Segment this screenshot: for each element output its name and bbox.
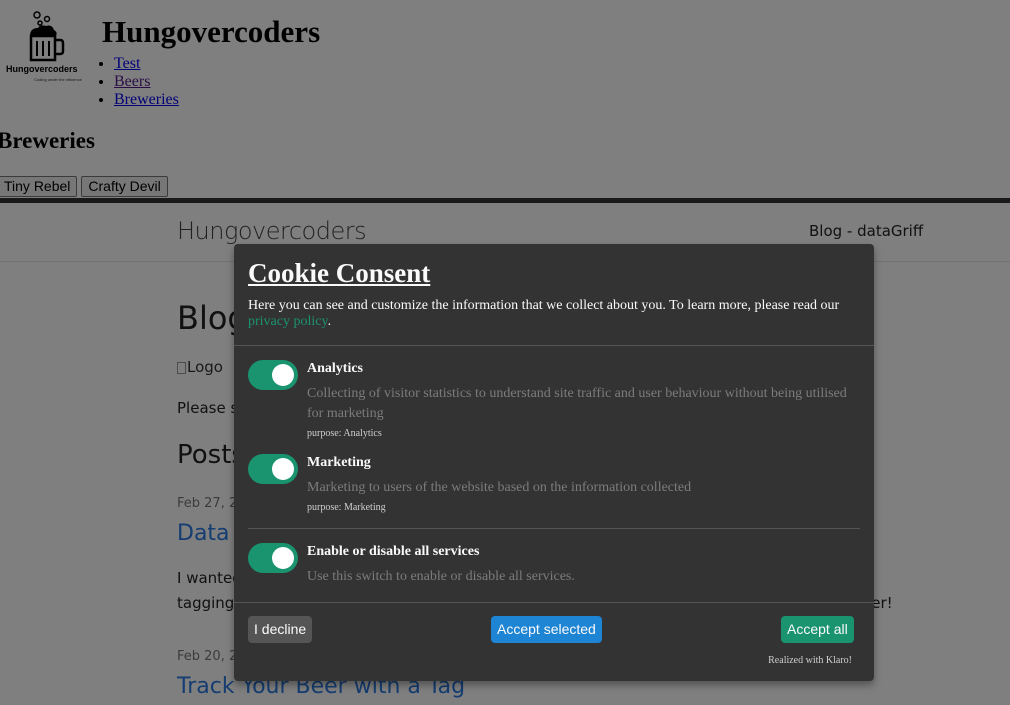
klaro-credit-link[interactable]: Realized with Klaro! bbox=[768, 655, 852, 666]
toggle-knob bbox=[272, 364, 294, 386]
modal-description: Here you can see and customize the infor… bbox=[248, 298, 860, 330]
accept-selected-button[interactable]: Accept selected bbox=[491, 616, 602, 643]
decline-button[interactable]: I decline bbox=[248, 616, 313, 643]
modal-description-text: Here you can see and customize the infor… bbox=[248, 298, 840, 313]
service-description: Marketing to users of the website based … bbox=[307, 480, 692, 495]
toggle-all-services: Enable or disable all services Use this … bbox=[248, 543, 860, 587]
toggle-all-description: Use this switch to enable or disable all… bbox=[307, 569, 575, 584]
service-description: Collecting of visitor statistics to unde… bbox=[307, 386, 847, 421]
services-divider bbox=[248, 528, 860, 529]
privacy-policy-link[interactable]: privacy policy bbox=[248, 314, 328, 329]
analytics-toggle[interactable] bbox=[248, 360, 298, 390]
toggle-all-switch[interactable] bbox=[248, 543, 298, 573]
cookie-consent-modal: Cookie Consent Here you can see and cust… bbox=[234, 244, 874, 681]
page: Hungovercoders Coding under the influenc… bbox=[0, 0, 1010, 705]
service-analytics: Analytics Collecting of visitor statisti… bbox=[248, 360, 860, 442]
toggle-knob bbox=[272, 458, 294, 480]
accept-all-button[interactable]: Accept all bbox=[781, 616, 854, 643]
service-purpose: purpose: Marketing bbox=[307, 502, 386, 513]
marketing-toggle[interactable] bbox=[248, 454, 298, 484]
modal-title: Cookie Consent bbox=[248, 258, 431, 288]
service-marketing: Marketing Marketing to users of the webs… bbox=[248, 454, 860, 518]
service-purpose: purpose: Analytics bbox=[307, 428, 382, 439]
service-name: Analytics bbox=[307, 361, 363, 376]
toggle-all-title: Enable or disable all services bbox=[307, 544, 480, 559]
service-name: Marketing bbox=[307, 455, 371, 470]
toggle-knob bbox=[272, 547, 294, 569]
modal-divider bbox=[234, 345, 874, 346]
modal-description-end: . bbox=[327, 314, 332, 329]
modal-footer-divider bbox=[234, 602, 874, 603]
